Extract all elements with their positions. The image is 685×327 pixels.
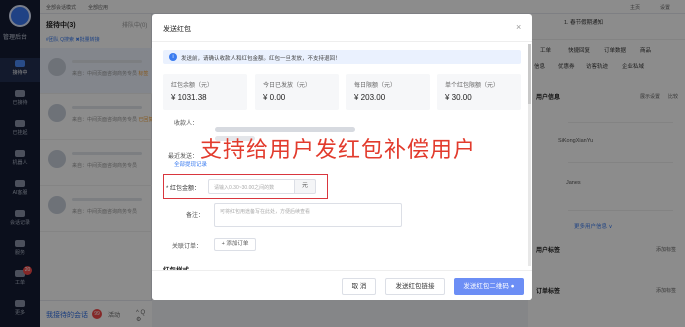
send-red-packet-dialog: 发送红包 × i 发送前，请确认收款人和红包金额。红包一旦发放，不支持退回！ 红… [152, 14, 532, 300]
stat-single-limit: 单个红包限额（元） ¥ 30.00 [437, 74, 521, 110]
amount-input[interactable]: 请输入0.30~30.00之间的数 [208, 179, 296, 194]
stat-balance: 红包余额（元） ¥ 1031.38 [163, 74, 247, 110]
notice-banner: i 发送前，请确认收款人和红包金额。红包一旦发放，不支持退回！ [163, 50, 521, 64]
order-label: 关联订单： [172, 244, 203, 250]
stat-daily-limit: 每日限额（元） ¥ 203.00 [346, 74, 430, 110]
close-icon[interactable]: × [516, 22, 521, 32]
amount-unit: 元 [294, 179, 316, 194]
send-link-button[interactable]: 发送红包链接 [385, 278, 445, 295]
recipient-label: 收款人： [174, 121, 199, 127]
send-qr-button[interactable]: 发送红包二维码 ● [454, 278, 524, 295]
dialog-scrollbar[interactable] [528, 44, 531, 266]
recent-sent-label: 最近发送： [168, 154, 199, 160]
remark-label: 备注： [186, 213, 205, 219]
dialog-title: 发送红包 [163, 26, 191, 33]
stat-today-sent: 今日已发放（元） ¥ 0.00 [255, 74, 339, 110]
notice-text: 发送前，请确认收款人和红包金额。红包一旦发放，不支持退回！ [181, 56, 341, 62]
add-order-button[interactable]: + 添加订单 [214, 238, 256, 251]
amount-label: * 红包金额： [166, 186, 201, 192]
info-icon: i [169, 53, 177, 61]
cancel-button[interactable]: 取 消 [342, 278, 376, 295]
dialog-footer: 取 消 发送红包链接 发送红包二维码 ● [152, 270, 532, 300]
annotation-text: 支持给用户发红包补偿用户 [200, 137, 477, 162]
remark-textarea[interactable]: 可将红包用途备写在此处，方便后续查看 [214, 203, 402, 227]
